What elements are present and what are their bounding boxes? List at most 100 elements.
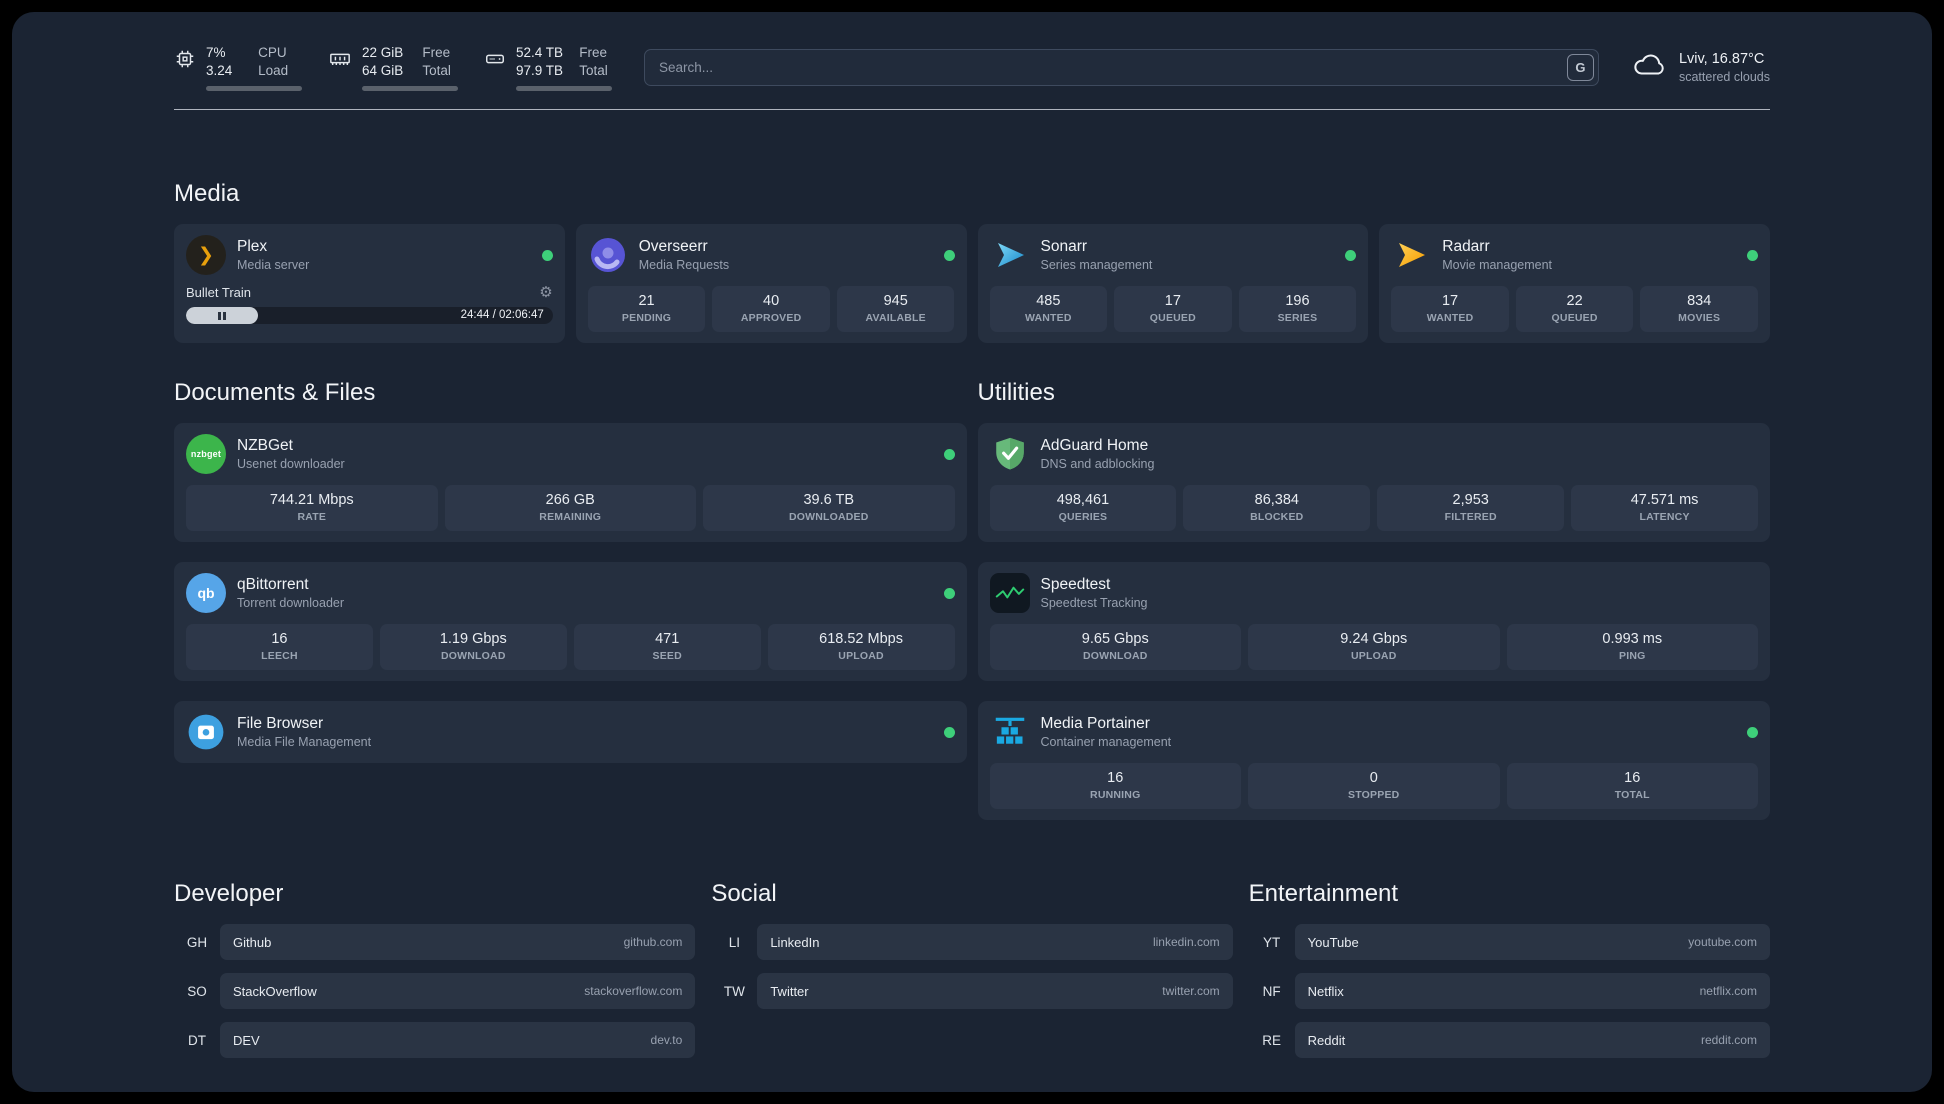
service-name: Sonarr: [1040, 238, 1088, 255]
disk-total-label: Total: [579, 63, 608, 78]
bookmark-abbr: SO: [187, 983, 207, 999]
cpu-label: CPU: [258, 45, 287, 60]
cpu-widget: 7% CPU 3.24 Load: [174, 44, 302, 91]
bookmark-github[interactable]: GH Github github.com: [174, 924, 696, 960]
status-dot: [1747, 249, 1758, 261]
stat-tile: 47.571 ms LATENCY: [1571, 485, 1758, 531]
stat-tile: 0 STOPPED: [1248, 763, 1500, 809]
service-description: Media server: [237, 258, 310, 272]
service-card-radarr[interactable]: Radarr Movie management 17 WANTED 22 QUE…: [1379, 224, 1770, 343]
pause-icon[interactable]: [218, 311, 226, 320]
weather-widget: Lviv, 16.87°C scattered clouds: [1631, 51, 1770, 84]
nzbget-icon: nzbget: [186, 434, 226, 474]
bookmarks-entertainment: Entertainment YT YouTube youtube.com NF …: [1249, 880, 1770, 1058]
playback-progress-bar[interactable]: 24:44 / 02:06:47: [186, 307, 553, 324]
section-utilities: Utilities AdGuard Home DNS and adblockin…: [977, 379, 1770, 820]
bookmark-stackoverflow[interactable]: SO StackOverflow stackoverflow.com: [174, 973, 696, 1009]
plex-now-playing: Bullet Train ⚙ 24:44 / 02:06:47: [186, 285, 553, 324]
service-description: Series management: [1040, 258, 1153, 272]
bookmark-name: DEV: [233, 1032, 260, 1048]
stat-tile: 471 SEED: [573, 624, 761, 670]
bookmark-name: LinkedIn: [770, 934, 820, 950]
service-card-portainer[interactable]: Media Portainer Container management 16 …: [977, 701, 1770, 820]
radarr-icon: [1391, 235, 1431, 275]
stat-tile: 16 RUNNING: [989, 763, 1241, 809]
playback-progress-fill: [186, 307, 258, 324]
service-name: qBittorrent: [237, 576, 309, 593]
gear-icon[interactable]: ⚙: [539, 285, 552, 300]
stat-tile: 485 WANTED: [989, 286, 1108, 332]
stat-tile: 39.6 TB DOWNLOADED: [703, 485, 955, 531]
disk-widget: 52.4 TB Free 97.9 TB Total: [484, 44, 612, 91]
adguard-icon: [990, 434, 1030, 474]
cpu-icon: [174, 48, 196, 75]
bookmark-dev[interactable]: DT DEV dev.to: [174, 1022, 696, 1058]
stat-tile: 196 SERIES: [1238, 286, 1357, 332]
memory-free-label: Free: [422, 45, 451, 60]
bookmark-url: twitter.com: [1162, 984, 1220, 998]
service-description: Torrent downloader: [237, 596, 345, 610]
service-card-sonarr[interactable]: Sonarr Series management 485 WANTED 17 Q…: [977, 224, 1369, 343]
service-card-adguard[interactable]: AdGuard Home DNS and adblocking 498,461 …: [977, 423, 1770, 542]
bookmark-name: Github: [233, 934, 272, 950]
service-card-qbittorrent[interactable]: qb qBittorrent Torrent downloader 16 LEE…: [174, 562, 967, 681]
section-title-developer: Developer: [174, 880, 284, 907]
stat-tile: 16 LEECH: [186, 624, 373, 670]
bookmark-name: YouTube: [1307, 934, 1359, 950]
service-description: Speedtest Tracking: [1040, 596, 1148, 610]
bookmarks-social: Social LI LinkedIn linkedin.com TW Twitt…: [711, 880, 1233, 1058]
memory-icon: [328, 48, 352, 75]
stat-tile: 40 APPROVED: [712, 286, 830, 332]
service-card-overseerr[interactable]: Overseerr Media Requests 21 PENDING 40 A…: [575, 224, 967, 343]
service-card-filebrowser[interactable]: File Browser Media File Management: [174, 701, 967, 763]
now-playing-title: Bullet Train: [186, 285, 252, 300]
cloud-icon: [1631, 52, 1667, 83]
bookmark-linkedin[interactable]: LI LinkedIn linkedin.com: [711, 924, 1233, 960]
cpu-load: 3.24: [206, 63, 233, 78]
bookmark-twitter[interactable]: TW Twitter twitter.com: [711, 973, 1233, 1009]
disk-total: 97.9 TB: [516, 63, 564, 78]
bookmark-abbr: NF: [1262, 983, 1281, 999]
service-name: AdGuard Home: [1040, 437, 1149, 454]
bookmark-url: github.com: [623, 935, 683, 949]
search-input[interactable]: [644, 49, 1599, 86]
status-dot: [943, 249, 955, 261]
stat-tile: 834 MOVIES: [1640, 286, 1758, 332]
section-documents: Documents & Files nzbget NZBGet Usenet d…: [174, 379, 967, 820]
service-card-nzbget[interactable]: nzbget NZBGet Usenet downloader 744.21 M…: [174, 423, 967, 542]
memory-progress: [362, 86, 458, 91]
bookmark-abbr: GH: [186, 934, 208, 950]
service-description: Media Requests: [638, 258, 730, 272]
bookmark-url: linkedin.com: [1152, 935, 1220, 949]
bookmark-name: StackOverflow: [233, 983, 317, 999]
service-card-speedtest[interactable]: Speedtest Speedtest Tracking 9.65 Gbps D…: [977, 562, 1770, 681]
stat-tile: 744.21 Mbps RATE: [186, 485, 438, 531]
status-dot: [1747, 726, 1758, 738]
bookmark-url: stackoverflow.com: [584, 984, 683, 998]
stat-tile: 16 TOTAL: [1506, 763, 1758, 809]
search-engine-button[interactable]: G: [1566, 54, 1594, 81]
dashboard: 7% CPU 3.24 Load 22 GiB Free 64 GiB Tota…: [12, 12, 1932, 1092]
bookmark-abbr: YT: [1263, 934, 1281, 950]
cpu-progress: [206, 86, 302, 91]
service-card-plex[interactable]: ❯ Plex Media server Bullet Train ⚙ 24:44…: [174, 224, 565, 343]
bookmark-youtube[interactable]: YT YouTube youtube.com: [1249, 924, 1770, 960]
stat-tile: 0.993 ms PING: [1506, 624, 1758, 670]
section-title-documents: Documents & Files: [174, 379, 376, 406]
status-dot: [943, 448, 955, 460]
stat-tile: 618.52 Mbps UPLOAD: [767, 624, 955, 670]
service-name: Speedtest: [1040, 576, 1111, 593]
section-title-social: Social: [711, 880, 777, 907]
stat-tile: 945 AVAILABLE: [836, 286, 955, 332]
overseerr-icon: [588, 235, 628, 275]
section-title-utilities: Utilities: [977, 379, 1055, 406]
stat-tile: 9.65 Gbps DOWNLOAD: [989, 624, 1241, 670]
topbar-divider: [174, 109, 1770, 110]
weather-location: Lviv, 16.87°C: [1678, 51, 1765, 67]
bookmark-reddit[interactable]: RE Reddit reddit.com: [1249, 1022, 1770, 1058]
memory-free: 22 GiB: [362, 45, 404, 60]
service-name: Plex: [237, 238, 268, 255]
bookmark-netflix[interactable]: NF Netflix netflix.com: [1249, 973, 1770, 1009]
bookmark-name: Netflix: [1307, 983, 1344, 999]
stat-tile: 86,384 BLOCKED: [1183, 485, 1371, 531]
